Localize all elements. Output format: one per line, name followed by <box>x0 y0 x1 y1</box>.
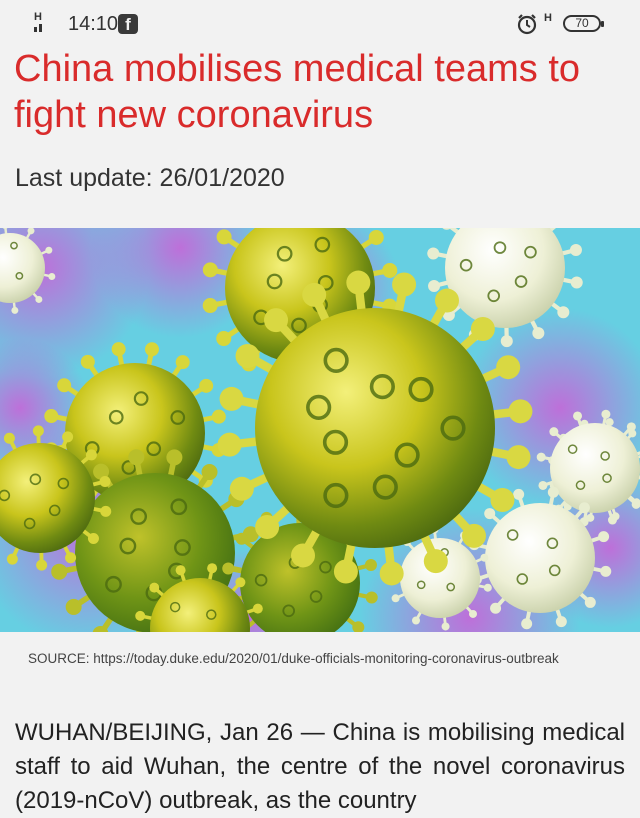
battery-icon: 70 <box>563 15 601 32</box>
signal-icon: H <box>34 12 54 34</box>
article-headline: China mobilises medical teams to fight n… <box>14 46 624 138</box>
image-source-caption: SOURCE: https://today.duke.edu/2020/01/d… <box>28 648 618 669</box>
signal-label: H <box>34 11 42 23</box>
last-update: Last update: 26/01/2020 <box>15 164 285 193</box>
article-image[interactable] <box>0 228 640 632</box>
coronavirus-illustration <box>0 228 640 632</box>
network-type-label: H <box>544 12 552 24</box>
article-body: WUHAN/BEIJING, Jan 26 — China is mobilis… <box>15 716 625 818</box>
battery-level: 70 <box>575 16 588 30</box>
status-time: 14:10 <box>68 13 118 36</box>
status-bar: H 14:10 f H 70 <box>0 0 640 48</box>
facebook-icon: f <box>118 14 138 34</box>
alarm-clock-icon <box>516 13 538 35</box>
